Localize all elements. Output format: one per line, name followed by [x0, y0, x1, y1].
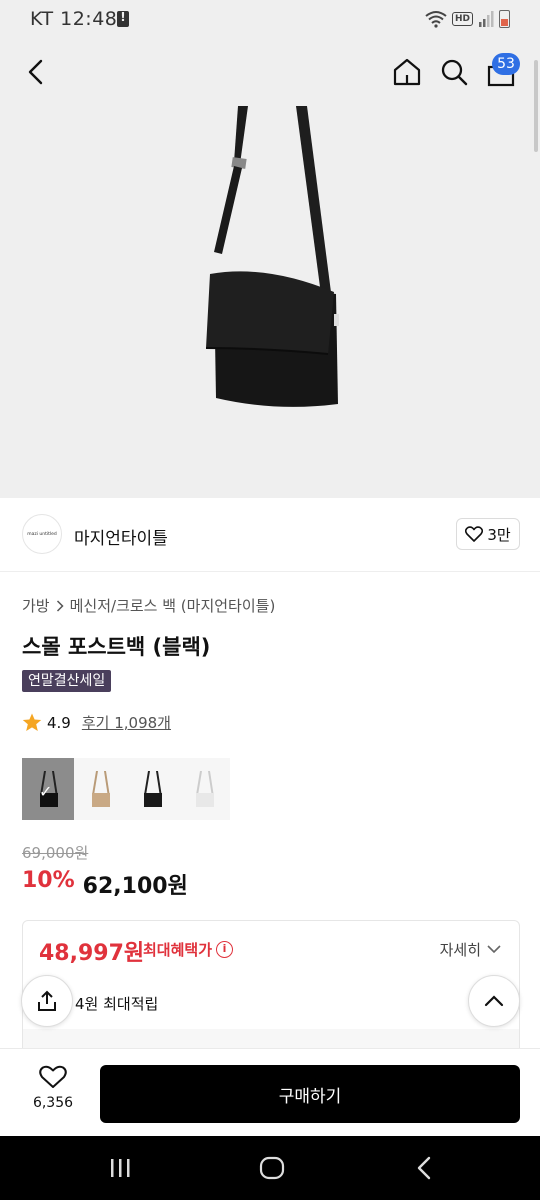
breadcrumb: 가방 메신저/크로스 백 (마지언타이틀) — [22, 595, 275, 616]
carrier-time: KT 12:48 — [30, 8, 118, 30]
buy-button[interactable]: 구매하기 — [100, 1065, 520, 1123]
breadcrumb-subcategory[interactable]: 메신저/크로스 백 (마지언타이틀) — [70, 595, 276, 616]
recent-apps-icon — [111, 1159, 130, 1177]
product-image — [205, 106, 339, 407]
home-button[interactable] — [387, 52, 427, 92]
reviews-link[interactable]: 후기 1,098개 — [82, 712, 171, 733]
bag-thumbnail — [144, 771, 162, 807]
home-icon — [393, 58, 421, 86]
benefit-box: 48,997원 최대혜택가 i 자세히 4원 최대적립 — [22, 920, 520, 1060]
wishlist-button[interactable]: 6,356 — [22, 1065, 84, 1111]
points-info: 4원 최대적립 — [75, 995, 159, 1013]
top-nav — [0, 40, 540, 104]
scrollbar[interactable] — [534, 60, 538, 152]
brand-like-count: 3만 — [487, 525, 511, 544]
wifi-icon — [425, 11, 447, 28]
detail-label: 자세히 — [439, 941, 481, 959]
bag-thumbnail — [196, 771, 214, 807]
breadcrumb-category[interactable]: 가방 — [22, 595, 50, 616]
share-icon — [38, 990, 56, 1011]
star-icon — [22, 713, 42, 731]
rating-row: 4.9 후기 1,098개 — [22, 712, 171, 733]
max-benefit-price: 48,997원 — [39, 941, 145, 966]
signal-icon — [479, 11, 494, 27]
heart-icon — [465, 526, 484, 542]
back-arrow-icon — [417, 1156, 431, 1180]
search-button[interactable] — [434, 52, 474, 92]
cart-count-badge: 53 — [492, 53, 520, 75]
chevron-left-icon — [28, 59, 43, 85]
purchase-bar: 6,356 구매하기 — [0, 1048, 540, 1136]
max-benefit-label: 최대혜택가 i — [143, 939, 234, 960]
home-nav-button[interactable] — [252, 1154, 292, 1182]
detail-toggle[interactable]: 자세히 — [440, 939, 501, 960]
brand-row[interactable]: mazi untitled 마지언타이틀 3만 — [0, 498, 540, 572]
max-benefit-text: 최대혜택가 — [143, 941, 213, 959]
brand-name[interactable]: 마지언타이틀 — [74, 524, 168, 549]
info-icon[interactable]: i — [216, 941, 234, 958]
bag-thumbnail — [92, 771, 110, 807]
hd-icon: HD — [451, 12, 473, 26]
original-price: 69,000원 — [22, 844, 89, 862]
product-title: 스몰 포스트백 (블랙) — [22, 635, 211, 659]
back-button[interactable] — [16, 52, 56, 92]
chevron-up-icon — [484, 995, 504, 1007]
color-option-black-alt[interactable] — [126, 758, 178, 820]
status-icons: HD — [425, 9, 510, 29]
search-icon — [441, 59, 468, 86]
chevron-right-icon — [56, 599, 64, 612]
brand-like-button[interactable]: 3만 — [456, 518, 520, 550]
battery-icon — [499, 10, 510, 28]
discount-rate: 10% — [22, 868, 75, 893]
brand-logo: mazi untitled — [22, 514, 62, 554]
wishlist-count: 6,356 — [32, 1095, 74, 1111]
sale-tag: 연말결산세일 — [22, 670, 112, 692]
back-nav-button[interactable] — [404, 1154, 444, 1182]
chevron-down-icon — [487, 945, 501, 954]
color-option-black[interactable]: ✓ — [22, 758, 74, 820]
status-bar: KT 12:48 HD — [0, 0, 540, 38]
heart-icon — [39, 1065, 67, 1088]
alert-icon — [117, 10, 129, 27]
share-button[interactable] — [21, 975, 73, 1027]
color-option-beige[interactable] — [74, 758, 126, 820]
color-option-white[interactable] — [178, 758, 230, 820]
rating-score: 4.9 — [47, 713, 71, 732]
check-icon: ✓ — [39, 782, 53, 801]
recent-apps-button[interactable] — [100, 1154, 140, 1182]
sale-price: 62,100원 — [82, 874, 188, 899]
system-nav-bar — [0, 1136, 540, 1200]
home-circle-icon — [259, 1156, 285, 1180]
price-row: 10% 62,100원 — [22, 868, 188, 900]
scroll-top-button[interactable] — [468, 975, 520, 1027]
color-options: ✓ — [22, 758, 230, 820]
